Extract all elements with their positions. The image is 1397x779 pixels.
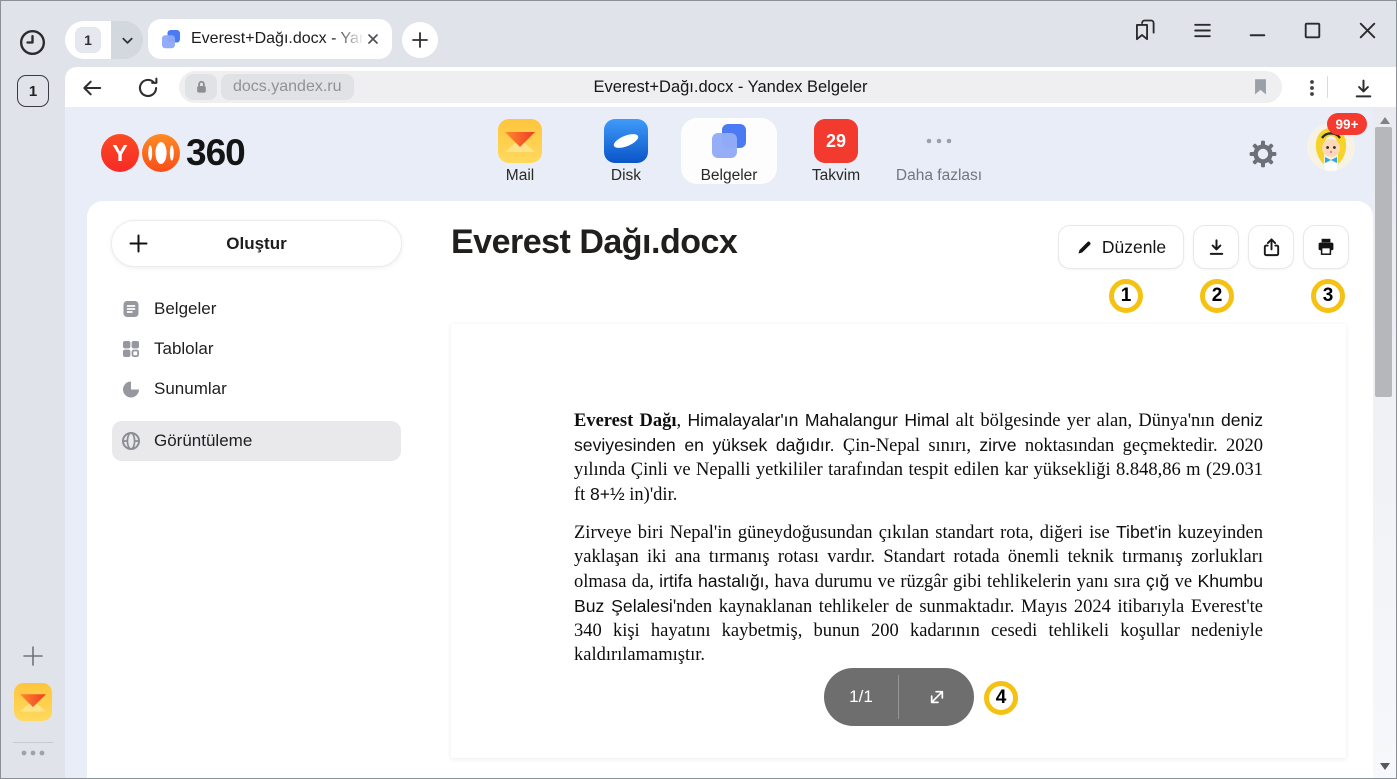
sidebar-item-label: Görüntüleme xyxy=(154,431,252,451)
print-icon xyxy=(1316,237,1336,257)
minimize-icon[interactable] xyxy=(1238,13,1276,47)
address-bar[interactable]: docs.yandex.ru Everest+Dağı.docx - Yande… xyxy=(179,71,1282,103)
content-panel: Oluştur Belgeler Tablolar Sunumlar xyxy=(87,201,1373,779)
pencil-icon xyxy=(1076,239,1093,256)
yandex-y-icon: Y xyxy=(101,134,139,172)
annotation-badge-1: 1 xyxy=(1109,279,1143,313)
download-button[interactable] xyxy=(1193,225,1239,269)
browser-toolbar: docs.yandex.ru Everest+Dağı.docx - Yande… xyxy=(65,67,1397,107)
nav-item-disk[interactable]: Disk xyxy=(581,119,671,185)
side-panel-add-icon[interactable] xyxy=(20,643,46,669)
create-button-label: Oluştur xyxy=(112,234,401,254)
tab-title: Everest+Dağı.docx - Yan xyxy=(191,30,364,48)
downloads-icon[interactable] xyxy=(1350,75,1376,101)
document-text: Everest Dağı, Himalayalar'ın Mahalangur … xyxy=(574,408,1263,667)
docs-icon xyxy=(707,119,751,163)
doc-paragraph: Everest Dağı, Himalayalar'ın Mahalangur … xyxy=(574,408,1263,507)
yandex-360-logo[interactable]: Y 360 xyxy=(101,132,245,174)
document-title: Everest Dağı.docx xyxy=(451,223,737,262)
side-panel-tab-count[interactable]: 1 xyxy=(17,75,49,107)
back-icon[interactable] xyxy=(79,75,105,101)
annotation-badge-3: 3 xyxy=(1311,279,1345,313)
nav-label: Disk xyxy=(611,167,641,185)
webpage: Y 360 Mail xyxy=(65,107,1373,779)
nav-label: Belgeler xyxy=(701,167,758,185)
doc-paragraph: Zirveye biri Nepal'in güneydoğusundan çı… xyxy=(574,520,1263,667)
tab-group-count: 1 xyxy=(75,27,101,53)
scrollbar-thumb[interactable] xyxy=(1375,127,1392,397)
create-button[interactable]: Oluştur xyxy=(111,220,402,267)
url-domain[interactable]: docs.yandex.ru xyxy=(221,74,354,100)
sidebar-item-tablolar[interactable]: Tablolar xyxy=(112,329,401,369)
page-indicator: 1/1 xyxy=(824,687,898,707)
expand-icon xyxy=(926,686,948,708)
logo-360-text: 360 xyxy=(186,132,245,174)
annotation-badge-2: 2 xyxy=(1200,279,1234,313)
share-button[interactable] xyxy=(1248,225,1294,269)
nav-label: Daha fazlası xyxy=(896,167,982,185)
download-icon xyxy=(1206,237,1227,258)
annotation-badge-4: 4 xyxy=(984,681,1018,715)
sidebar-item-label: Belgeler xyxy=(154,299,216,319)
nav-label: Mail xyxy=(506,167,534,185)
yandex-mail-icon[interactable] xyxy=(14,683,52,721)
globe-icon xyxy=(121,431,141,451)
sidebar-item-label: Sunumlar xyxy=(154,379,227,399)
new-tab-button[interactable] xyxy=(402,22,438,58)
browser-side-panel: 1 xyxy=(1,67,65,779)
panels-icon[interactable] xyxy=(1126,13,1164,47)
close-window-icon[interactable] xyxy=(1348,13,1386,47)
menu-icon[interactable] xyxy=(1183,13,1221,47)
sidebar-item-label: Tablolar xyxy=(154,339,214,359)
notification-badge: 99+ xyxy=(1327,113,1367,135)
sidebar-item-belgeler[interactable]: Belgeler xyxy=(112,289,401,329)
table-icon xyxy=(121,339,141,359)
nav-item-takvim[interactable]: 29 Takvim xyxy=(791,119,881,185)
calendar-icon: 29 xyxy=(814,119,858,163)
scrollbar[interactable] xyxy=(1373,107,1397,779)
ssl-chip[interactable] xyxy=(185,74,217,100)
reload-icon[interactable] xyxy=(135,75,161,101)
side-panel-more-icon[interactable] xyxy=(20,750,46,756)
presentation-icon xyxy=(121,379,141,399)
tab-group-expand[interactable] xyxy=(111,21,143,59)
nav-item-more[interactable]: Daha fazlası xyxy=(884,119,994,185)
scroll-up-arrow-icon[interactable] xyxy=(1380,117,1390,124)
share-icon xyxy=(1261,237,1282,258)
gear-icon[interactable] xyxy=(1249,140,1277,168)
nav-item-mail[interactable]: Mail xyxy=(475,119,565,185)
more-dots-icon xyxy=(917,119,961,163)
browser-window: 1 Everest+Dağı.docx - Yan xyxy=(0,0,1397,779)
scroll-down-arrow-icon[interactable] xyxy=(1380,763,1390,770)
chevron-down-icon xyxy=(120,33,135,48)
bookmark-icon[interactable] xyxy=(1253,78,1268,96)
history-icon[interactable] xyxy=(15,25,49,59)
toolbar-divider xyxy=(1327,76,1328,98)
edit-button-label: Düzenle xyxy=(1102,237,1166,258)
mail-icon xyxy=(498,119,542,163)
document-icon xyxy=(121,299,141,319)
lock-icon xyxy=(194,79,209,95)
tab-close-icon[interactable] xyxy=(364,30,382,48)
tab-group[interactable]: 1 xyxy=(65,21,143,59)
maximize-icon[interactable] xyxy=(1293,13,1331,47)
side-panel-divider xyxy=(13,742,53,743)
edit-button[interactable]: Düzenle xyxy=(1058,225,1184,269)
docs-favicon-icon xyxy=(160,28,182,50)
page-indicator-pill[interactable]: 1/1 xyxy=(824,668,974,726)
yandex-o-icon xyxy=(142,134,180,172)
tab-group-left: 1 xyxy=(65,21,111,59)
nav-label: Takvim xyxy=(812,167,860,185)
fullscreen-button[interactable] xyxy=(899,686,974,708)
sidebar-item-goruntuleme[interactable]: Görüntüleme xyxy=(112,421,401,461)
disk-icon xyxy=(604,119,648,163)
nav-item-belgeler[interactable]: Belgeler xyxy=(684,119,774,185)
active-tab[interactable]: Everest+Dağı.docx - Yan xyxy=(148,19,392,59)
sidebar-item-sunumlar[interactable]: Sunumlar xyxy=(112,369,401,409)
print-button[interactable] xyxy=(1303,225,1349,269)
kebab-menu-icon[interactable] xyxy=(1299,75,1325,101)
